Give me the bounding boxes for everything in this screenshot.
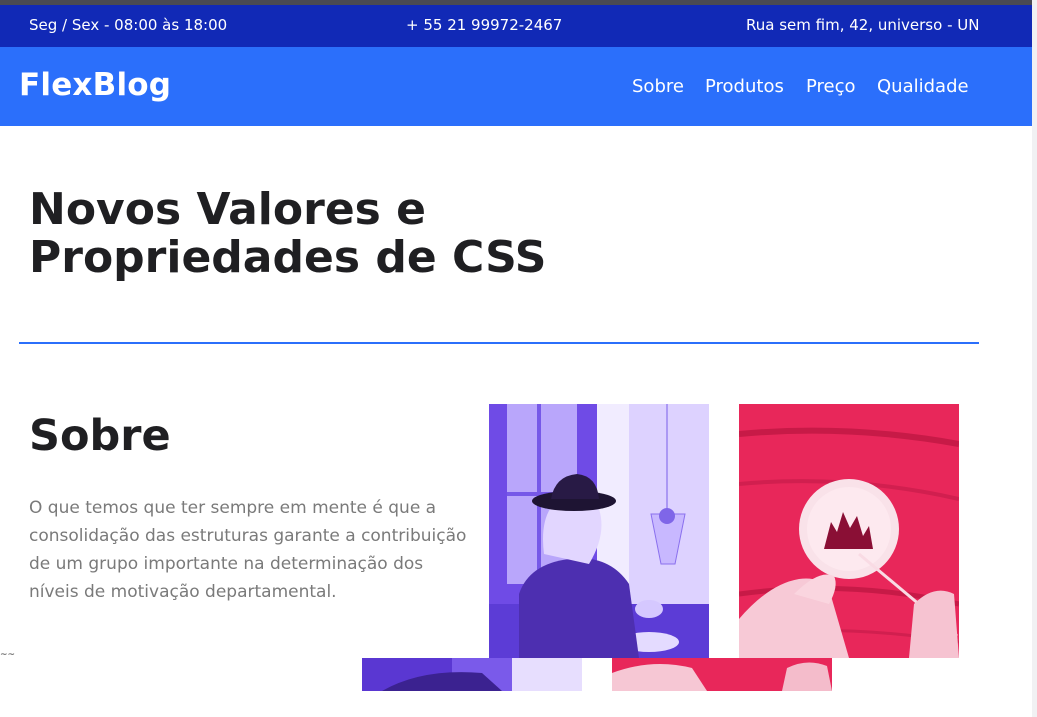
- woman-with-hat-photo-slice: [362, 658, 582, 691]
- about-text: O que temos que ter sempre em mente é qu…: [29, 498, 467, 602]
- hands-painting-photo: [739, 404, 959, 658]
- nav-item-qualidade[interactable]: Qualidade: [877, 76, 969, 97]
- section-divider: [19, 342, 979, 344]
- stray-text-fragment: ~~: [0, 650, 16, 660]
- logo[interactable]: FlexBlog: [19, 67, 171, 103]
- nav-item-produtos[interactable]: Produtos: [705, 76, 784, 97]
- woman-with-hat-image: [489, 404, 709, 658]
- hands-painting-image: [739, 404, 959, 658]
- address: Rua sem fim, 42, universo - UN: [746, 16, 980, 34]
- page: Seg / Sex - 08:00 às 18:00 + 55 21 99972…: [0, 0, 1037, 717]
- about-heading: Sobre: [29, 411, 171, 461]
- opening-hours: Seg / Sex - 08:00 às 18:00: [29, 16, 228, 34]
- main-navbar: FlexBlog Sobre Produtos Preço Qualidade: [0, 47, 1032, 126]
- page-title-line-2: Propriedades de CSS: [29, 232, 547, 283]
- woman-with-hat-slice-image: [362, 658, 582, 691]
- hands-painting-slice-image: [612, 658, 832, 691]
- info-bar: Seg / Sex - 08:00 às 18:00 + 55 21 99972…: [0, 5, 1032, 47]
- nav-item-sobre[interactable]: Sobre: [632, 76, 684, 97]
- hands-painting-photo-slice: [612, 658, 832, 691]
- window-right-edge: [1032, 0, 1037, 717]
- woman-with-hat-photo: [489, 404, 709, 658]
- nav-item-preco[interactable]: Preço: [806, 76, 856, 97]
- phone-number: + 55 21 99972-2467: [406, 16, 563, 34]
- page-title-line-1: Novos Valores e: [29, 184, 427, 235]
- page-title: Novos Valores e Propriedades de CSS: [29, 186, 629, 282]
